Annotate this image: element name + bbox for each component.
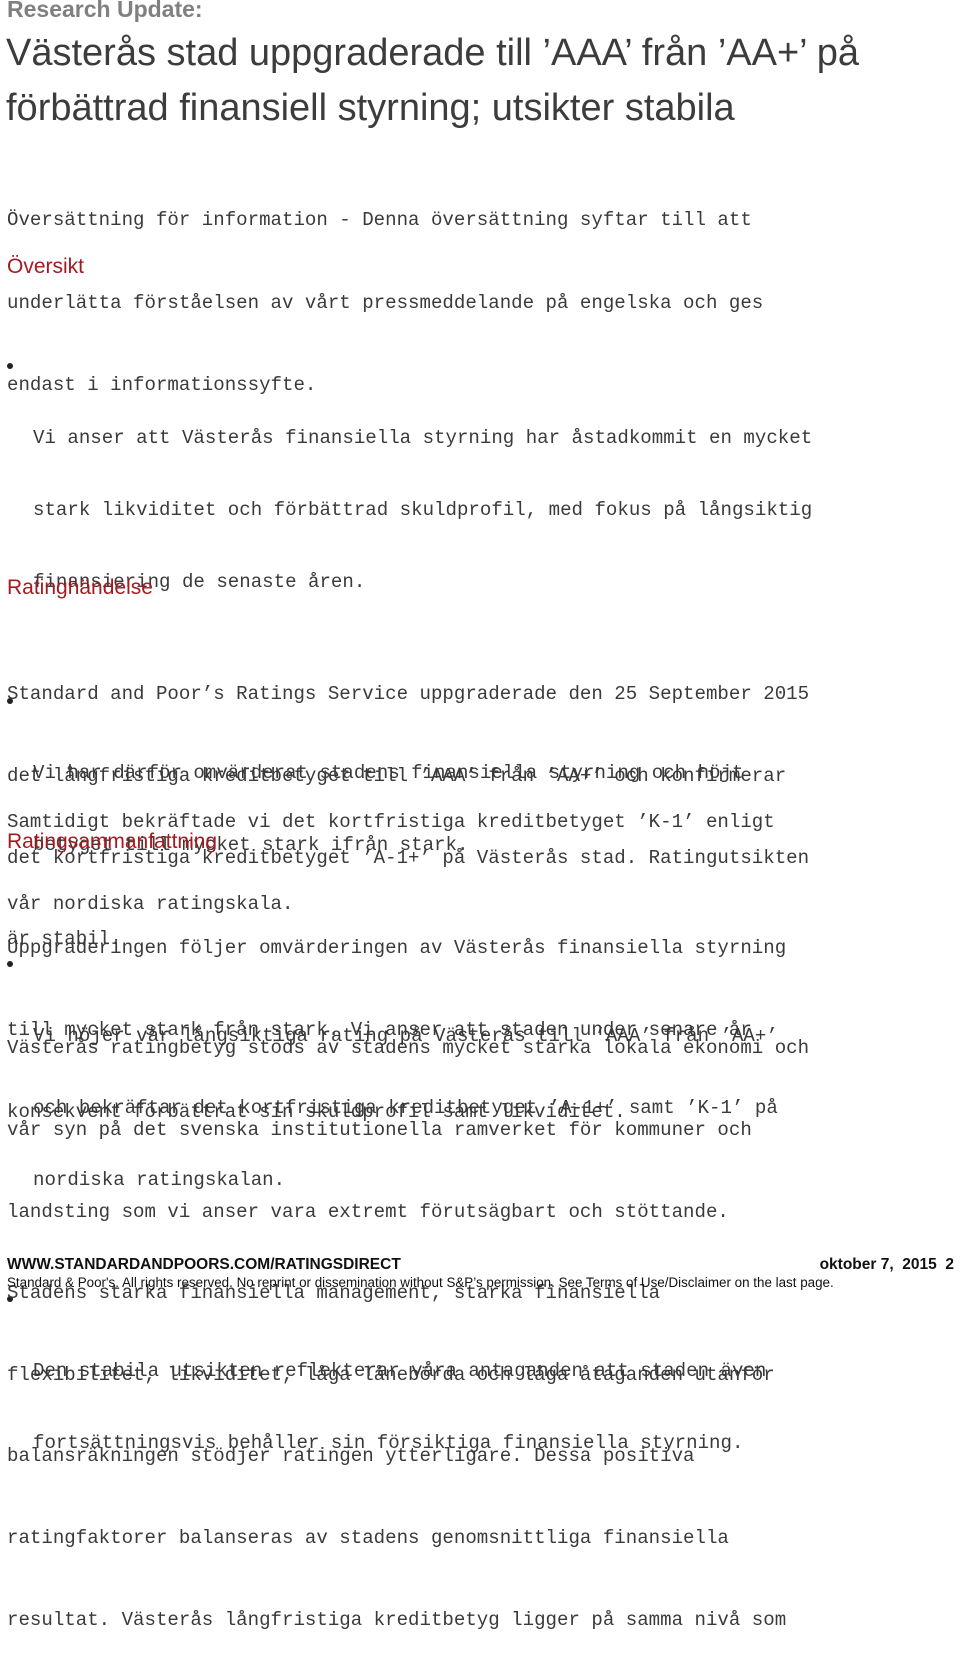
footer-legal-notice: Standard & Poor's. All rights reserved. … — [7, 1275, 834, 1290]
text-line: Översättning för information - Denna öve… — [7, 209, 752, 231]
text-line: Uppgraderingen följer omvärderingen av V… — [7, 937, 787, 960]
footer-date-page: oktober 7, 2015 2 — [820, 1256, 954, 1274]
text-line: balansräkningen stödjer ratingen ytterli… — [7, 1445, 695, 1468]
text-line: Västerås ratingbetyg stöds av stadens my… — [7, 1037, 810, 1060]
section-heading-ratingsammanfattning: Ratingsammanfattning — [7, 830, 218, 853]
text-line: Standard and Poor’s Ratings Service uppg… — [7, 683, 810, 706]
text-line: vår syn på det svenska institutionella r… — [7, 1119, 752, 1142]
text-line: Vi anser att Västerås finansiella styrni… — [33, 427, 813, 449]
text-line: landsting som vi anser vara extremt föru… — [7, 1200, 729, 1223]
document-title: Västerås stad uppgraderade till ’AAA’ fr… — [6, 32, 860, 129]
text-line: flexibilitet, likviditet, låga lånebörda… — [7, 1363, 775, 1386]
section-heading-ratinghandelse: Ratinghändelse — [7, 576, 153, 599]
page-number: 2 — [945, 1256, 954, 1273]
bullet-icon — [7, 363, 13, 369]
section-heading-oversikt: Översikt — [7, 255, 85, 278]
paragraph-rating-support: Västerås ratingbetyg stöds av stadens my… — [7, 981, 809, 1661]
text-line: resultat. Västerås långfristiga kreditbe… — [7, 1608, 787, 1631]
text-line: ratingfaktorer balanseras av stadens gen… — [7, 1527, 729, 1550]
text-line: stark likviditet och förbättrad skuldpro… — [33, 499, 813, 521]
footer-url-link[interactable]: WWW.STANDARDANDPOORS.COM/RATINGSDIRECT — [7, 1256, 401, 1274]
footer-date: oktober 7, 2015 — [819, 1256, 937, 1273]
document-kicker: Research Update: — [7, 0, 203, 22]
